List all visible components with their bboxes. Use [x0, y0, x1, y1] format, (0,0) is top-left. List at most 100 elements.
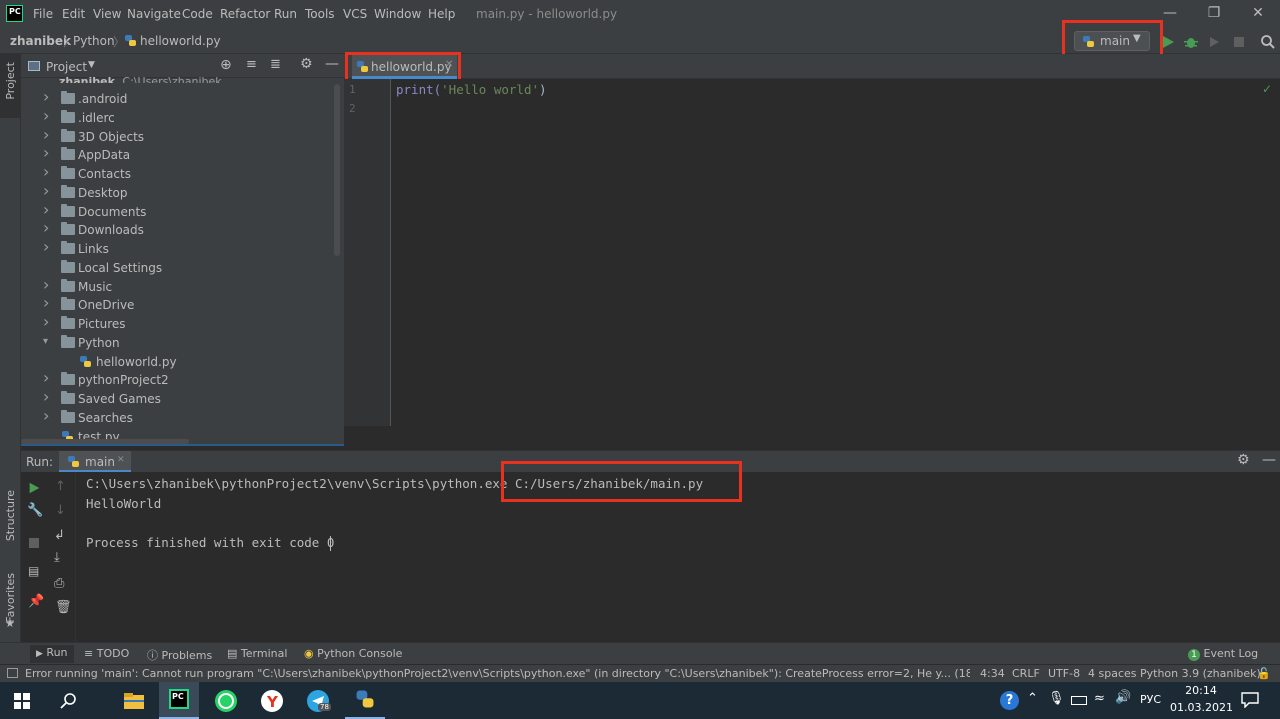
- tree-item[interactable]: › Desktop: [21, 181, 344, 202]
- tree-item[interactable]: › .idlerc: [21, 106, 344, 127]
- stop-icon[interactable]: [29, 538, 39, 548]
- tree-item[interactable]: › Contacts: [21, 162, 344, 183]
- tree-item[interactable]: › Documents: [21, 200, 344, 221]
- tool-tab-problems[interactable]: ⓘ Problems: [147, 647, 212, 663]
- chevron-right-icon[interactable]: ›: [43, 312, 53, 331]
- wifi-icon[interactable]: ≈: [1094, 691, 1105, 706]
- volume-icon[interactable]: 🔊: [1115, 690, 1131, 705]
- collapse-all-icon[interactable]: ≣: [270, 57, 281, 72]
- structure-tool-button[interactable]: Structure: [0, 484, 21, 554]
- locate-icon[interactable]: ⊕: [220, 57, 232, 73]
- close-tab-icon[interactable]: ✕: [117, 455, 125, 465]
- chevron-right-icon[interactable]: ›: [43, 293, 53, 312]
- menu-tools[interactable]: Tools: [305, 7, 335, 21]
- menu-vcs[interactable]: VCS: [343, 7, 367, 21]
- menu-run[interactable]: Run: [274, 7, 297, 21]
- hide-panel-icon[interactable]: —: [1262, 452, 1276, 468]
- chevron-right-icon[interactable]: ›: [43, 143, 53, 162]
- chevron-right-icon[interactable]: ›: [43, 106, 53, 125]
- menu-code[interactable]: Code: [182, 7, 213, 21]
- menu-file[interactable]: File: [33, 7, 53, 21]
- chevron-down-icon[interactable]: ▾: [43, 336, 53, 347]
- chevron-right-icon[interactable]: ›: [43, 181, 53, 200]
- file-explorer-icon[interactable]: [121, 688, 147, 714]
- tool-tab-run[interactable]: ▶ Run: [30, 645, 74, 663]
- status-caret-position[interactable]: 4:34: [980, 667, 1005, 680]
- menu-refactor[interactable]: Refactor: [220, 7, 270, 21]
- pin-icon[interactable]: 📌: [28, 594, 44, 609]
- status-encoding[interactable]: UTF-8: [1048, 667, 1080, 680]
- tree-item[interactable]: ▾ Python: [21, 333, 344, 352]
- tree-item[interactable]: › Pictures: [21, 312, 344, 333]
- taskbar-pycharm-active[interactable]: PC: [159, 682, 199, 719]
- tree-item[interactable]: › Music: [21, 275, 344, 296]
- tree-item[interactable]: › 3D Objects: [21, 125, 344, 146]
- breadcrumb-file[interactable]: helloworld.py: [140, 34, 221, 48]
- tree-item[interactable]: › Downloads: [21, 218, 344, 239]
- run-icon[interactable]: [1160, 34, 1176, 50]
- gear-icon[interactable]: ⚙: [1237, 452, 1250, 468]
- whatsapp-icon[interactable]: [213, 688, 239, 714]
- microphone-icon[interactable]: 🎙: [1048, 691, 1065, 706]
- debug-icon[interactable]: [1183, 34, 1199, 50]
- favorites-tool-button[interactable]: Favorites ★: [0, 569, 21, 631]
- menu-edit[interactable]: Edit: [62, 7, 85, 21]
- taskbar-python-app[interactable]: [345, 682, 385, 719]
- run-tab-main[interactable]: main ✕: [59, 451, 131, 472]
- stop-icon[interactable]: [1231, 34, 1247, 50]
- menu-help[interactable]: Help: [428, 7, 455, 21]
- windows-start-icon[interactable]: [14, 693, 30, 709]
- chevron-up-icon[interactable]: ⌃: [1027, 691, 1038, 706]
- chevron-right-icon[interactable]: ›: [43, 200, 53, 219]
- clock-time[interactable]: 20:14: [1176, 684, 1226, 697]
- notifications-icon[interactable]: [1241, 692, 1259, 708]
- status-message[interactable]: Error running 'main': Cannot run program…: [25, 667, 970, 680]
- chevron-right-icon[interactable]: ›: [43, 406, 53, 425]
- coverage-icon[interactable]: [1207, 34, 1223, 50]
- tool-tab-event-log[interactable]: 1 Event Log: [1188, 647, 1258, 661]
- inspection-ok-icon[interactable]: ✓: [1262, 82, 1272, 96]
- yandex-browser-icon[interactable]: Y: [259, 688, 285, 714]
- print-icon[interactable]: ⎙: [54, 576, 64, 591]
- tree-item[interactable]: Local Settings: [21, 258, 344, 277]
- chevron-right-icon[interactable]: ›: [43, 218, 53, 237]
- chevron-right-icon[interactable]: ›: [43, 275, 53, 294]
- chevron-right-icon[interactable]: ›: [43, 162, 53, 181]
- tool-tab-todo[interactable]: ≡ TODO: [84, 647, 129, 660]
- tree-item[interactable]: › OneDrive: [21, 293, 344, 314]
- vertical-scrollbar[interactable]: [334, 84, 340, 256]
- tool-tab-terminal[interactable]: ▤ Terminal: [227, 647, 287, 660]
- hide-panel-icon[interactable]: —: [325, 56, 339, 72]
- tree-item[interactable]: › Searches: [21, 406, 344, 427]
- expand-all-icon[interactable]: ≡: [246, 57, 257, 72]
- tree-item[interactable]: › pythonProject2: [21, 368, 344, 389]
- language-indicator[interactable]: РУС: [1140, 693, 1161, 706]
- status-indent[interactable]: 4 spaces: [1088, 667, 1137, 680]
- battery-icon[interactable]: [1071, 696, 1087, 705]
- breadcrumb-python[interactable]: Python: [73, 34, 115, 48]
- tree-item[interactable]: › Saved Games: [21, 387, 344, 408]
- chevron-right-icon[interactable]: ›: [43, 368, 53, 387]
- run-console[interactable]: C:\Users\zhanibek\pythonProject2\venv\Sc…: [76, 461, 1280, 642]
- gear-icon[interactable]: ⚙: [300, 56, 313, 72]
- search-icon[interactable]: [60, 692, 78, 710]
- project-tool-button[interactable]: Project: [0, 54, 21, 118]
- menu-navigate[interactable]: Navigate: [127, 7, 181, 21]
- clock-date[interactable]: 01.03.2021: [1170, 701, 1233, 714]
- rerun-icon[interactable]: [27, 481, 41, 495]
- menu-view[interactable]: View: [93, 7, 121, 21]
- tree-item[interactable]: › AppData: [21, 143, 344, 164]
- code-line-1[interactable]: print('Hello world'): [396, 82, 547, 97]
- menu-window[interactable]: Window: [374, 7, 421, 21]
- status-line-separator[interactable]: CRLF: [1012, 667, 1040, 680]
- chevron-right-icon[interactable]: ›: [43, 237, 53, 256]
- chevron-down-icon[interactable]: ▼: [88, 60, 95, 70]
- status-interpreter[interactable]: Python 3.9 (zhanibek): [1140, 667, 1261, 680]
- chevron-right-icon[interactable]: ›: [43, 87, 53, 106]
- project-root-row[interactable]: zhanibek C:\Users\zhanibek: [25, 75, 222, 83]
- chevron-right-icon[interactable]: ›: [43, 125, 53, 144]
- soft-wrap-icon[interactable]: ↲: [54, 528, 65, 543]
- search-icon[interactable]: [1260, 34, 1276, 50]
- restore-icon[interactable]: ❐: [1201, 2, 1227, 24]
- trash-icon[interactable]: 🗑: [55, 600, 72, 615]
